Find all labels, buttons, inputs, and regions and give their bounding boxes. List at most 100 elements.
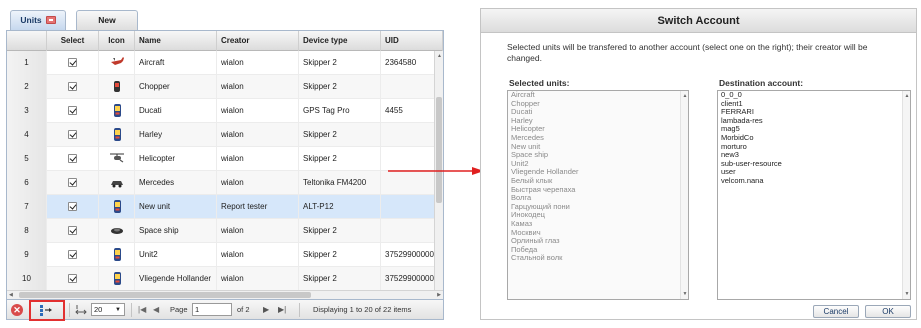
unit-uid (381, 123, 435, 147)
grid-body: 1AircraftwialonSkipper 223645802Chopperw… (7, 51, 435, 291)
separator (299, 303, 300, 317)
select-checkbox[interactable] (68, 106, 77, 115)
unit-name: Aircraft (135, 51, 217, 75)
table-row[interactable]: 1AircraftwialonSkipper 22364580 (7, 51, 435, 75)
select-checkbox[interactable] (68, 178, 77, 187)
icon-cell (99, 51, 135, 75)
unit-creator: wialon (217, 147, 299, 171)
unit-uid: 375299000001 (381, 267, 435, 291)
select-cell[interactable] (47, 195, 99, 219)
col-header-select[interactable]: Select (47, 31, 99, 51)
list-item[interactable]: lambada-res (718, 117, 910, 126)
horizontal-scrollbar[interactable]: ◀ ▶ (7, 290, 443, 299)
table-row[interactable]: 6MercedeswialonTeltonika FM4200 (7, 171, 435, 195)
table-row[interactable]: 3DucatiwialonGPS Tag Pro4455 (7, 99, 435, 123)
table-row[interactable]: 5HelicopterwialonSkipper 2 (7, 147, 435, 171)
cancel-button[interactable]: Cancel (813, 305, 859, 318)
page-number-input[interactable]: 1 (192, 303, 232, 316)
unit-creator: wialon (217, 267, 299, 291)
tab-units[interactable]: Units (10, 10, 66, 30)
table-row[interactable]: 2ChopperwialonSkipper 2 (7, 75, 435, 99)
delete-icon[interactable]: ✕ (11, 304, 23, 316)
row-number: 4 (7, 123, 47, 147)
scroll-down-icon[interactable]: ▼ (681, 290, 689, 298)
car-icon (109, 175, 125, 191)
select-checkbox[interactable] (68, 130, 77, 139)
switch-account-button[interactable] (35, 300, 57, 320)
tab-new[interactable]: New (76, 10, 138, 30)
first-page-button[interactable]: |◀ (138, 300, 146, 320)
phone-icon (109, 271, 125, 287)
select-cell[interactable] (47, 171, 99, 195)
table-row[interactable]: 8Space shipwialonSkipper 2 (7, 219, 435, 243)
prev-page-button[interactable]: ◀ (153, 300, 159, 320)
list-item[interactable]: 0_0_0 (718, 91, 910, 100)
table-row[interactable]: 4HarleywialonSkipper 2 (7, 123, 435, 147)
unit-name: Ducati (135, 99, 217, 123)
select-cell[interactable] (47, 51, 99, 75)
col-header-creator[interactable]: Creator (217, 31, 299, 51)
icon-cell (99, 195, 135, 219)
list-item[interactable]: velcom.nana (718, 177, 910, 186)
list-item: Быстрая черепаха (508, 186, 688, 195)
unit-name: Space ship (135, 219, 217, 243)
phone-icon (109, 247, 125, 263)
select-cell[interactable] (47, 219, 99, 243)
scroll-up-icon[interactable]: ▲ (681, 92, 689, 100)
bike-icon (109, 79, 125, 95)
col-header-name[interactable]: Name (135, 31, 217, 51)
col-header-number[interactable] (7, 31, 47, 51)
list-item: Chopper (508, 100, 688, 109)
select-cell[interactable] (47, 147, 99, 171)
table-row[interactable]: 9Unit2wialonSkipper 2375299000002 (7, 243, 435, 267)
page-size-value: 20 (94, 305, 102, 314)
select-cell[interactable] (47, 123, 99, 147)
table-row[interactable]: 10Vliegende HollanderwialonSkipper 23752… (7, 267, 435, 291)
destination-account-list[interactable]: 0_0_0client1FERRARIlambada-resmag5Morbid… (717, 90, 911, 300)
icon-cell (99, 243, 135, 267)
table-row[interactable]: 7New unitReport testerALT-P12 (7, 195, 435, 219)
scroll-down-icon[interactable]: ▼ (903, 290, 911, 298)
units-panel: Units New Select Icon Name Creator Devic… (6, 8, 444, 320)
select-checkbox[interactable] (68, 226, 77, 235)
switch-account-icon (35, 300, 57, 320)
scroll-right-icon[interactable]: ▶ (437, 291, 441, 299)
horizontal-scroll-thumb[interactable] (19, 292, 311, 298)
column-resize-button[interactable] (74, 300, 88, 320)
last-page-button[interactable]: ▶| (278, 300, 286, 320)
scroll-up-icon[interactable]: ▲ (903, 92, 911, 100)
select-cell[interactable] (47, 99, 99, 123)
unit-name: Vliegende Hollander (135, 267, 217, 291)
ok-button[interactable]: OK (865, 305, 911, 318)
col-header-icon[interactable]: Icon (99, 31, 135, 51)
col-header-device-type[interactable]: Device type (299, 31, 381, 51)
select-checkbox[interactable] (68, 274, 77, 283)
select-checkbox[interactable] (68, 202, 77, 211)
col-header-uid[interactable]: UID (381, 31, 443, 51)
chevron-down-icon: ▼ (115, 304, 121, 316)
select-checkbox[interactable] (68, 250, 77, 259)
list-scrollbar[interactable]: ▲ ▼ (902, 91, 910, 299)
grid-header: Select Icon Name Creator Device type UID (7, 31, 443, 51)
select-cell[interactable] (47, 267, 99, 291)
pager-status: Displaying 1 to 20 of 22 items (313, 300, 411, 320)
unit-device-type: ALT-P12 (299, 195, 381, 219)
select-checkbox[interactable] (68, 154, 77, 163)
select-checkbox[interactable] (68, 58, 77, 67)
page-size-select[interactable]: 20 ▼ (91, 303, 125, 316)
select-cell[interactable] (47, 75, 99, 99)
vertical-scroll-thumb[interactable] (436, 97, 442, 203)
unit-uid: 2364580 (381, 51, 435, 75)
list-item[interactable]: sub-user-resource (718, 160, 910, 169)
select-checkbox[interactable] (68, 82, 77, 91)
list-item[interactable]: morturo (718, 143, 910, 152)
unit-creator: wialon (217, 219, 299, 243)
scroll-left-icon[interactable]: ◀ (9, 291, 13, 299)
unit-name: Chopper (135, 75, 217, 99)
select-cell[interactable] (47, 243, 99, 267)
close-tab-icon[interactable] (46, 16, 56, 24)
scroll-up-icon[interactable]: ▲ (435, 52, 444, 60)
unit-device-type: Skipper 2 (299, 243, 381, 267)
next-page-button[interactable]: ▶ (263, 300, 269, 320)
list-scrollbar[interactable]: ▲ ▼ (680, 91, 688, 299)
